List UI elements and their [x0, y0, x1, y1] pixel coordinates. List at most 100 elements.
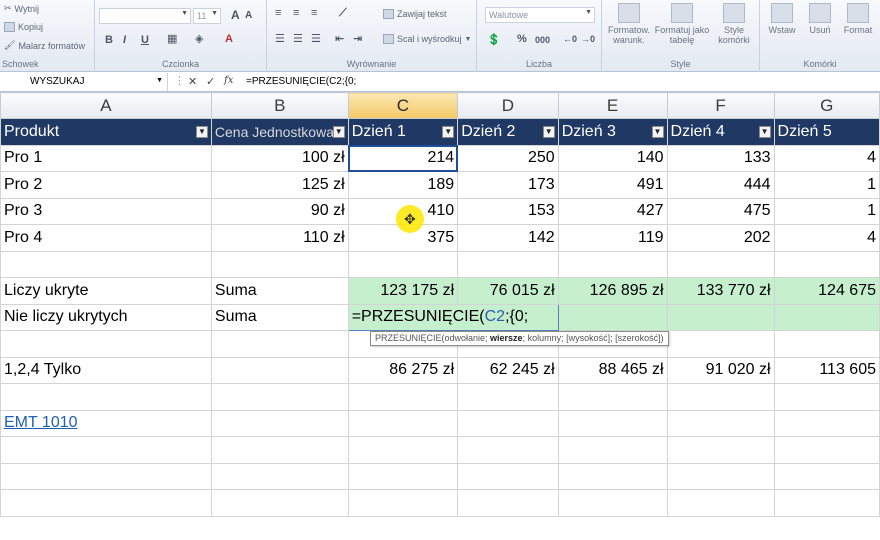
empty-cell[interactable]: [773, 330, 880, 358]
value-cell[interactable]: 142: [457, 224, 559, 252]
function-name-cell[interactable]: Suma: [210, 303, 349, 331]
sum-cell[interactable]: 76 015 zł: [457, 277, 559, 305]
grow-font-button[interactable]: A: [231, 8, 240, 22]
align-left-icon[interactable]: ☰: [275, 32, 285, 45]
empty-cell[interactable]: [557, 409, 668, 437]
empty-cell[interactable]: [666, 330, 775, 358]
thousands-button[interactable]: 000: [535, 35, 550, 45]
product-name-cell[interactable]: Pro 1: [0, 144, 212, 172]
product-name-cell[interactable]: Pro 4: [0, 224, 212, 252]
format-as-table-button[interactable]: Formatuj jako tabelę: [654, 3, 710, 45]
empty-cell[interactable]: [557, 489, 668, 517]
sum-cell[interactable]: 124 675: [773, 277, 880, 305]
row-label[interactable]: Liczy ukryte: [0, 277, 212, 305]
empty-cell[interactable]: [666, 489, 775, 517]
empty-cell[interactable]: [773, 436, 880, 464]
hyperlink-cell[interactable]: EMT 1010: [0, 409, 212, 437]
empty-cell[interactable]: [773, 409, 880, 437]
empty-cell[interactable]: [0, 489, 212, 517]
value-cell[interactable]: 444: [666, 171, 775, 199]
insert-button[interactable]: Wstaw: [762, 3, 802, 35]
empty-cell[interactable]: [773, 303, 880, 331]
value-cell[interactable]: 140: [557, 144, 668, 172]
enter-icon[interactable]: ✓: [206, 75, 215, 88]
empty-cell[interactable]: [773, 462, 880, 490]
table-header-dzien-3[interactable]: Dzień 3 ▼: [557, 118, 668, 146]
column-header-b[interactable]: B: [210, 92, 349, 119]
sum-cell[interactable]: 91 020 zł: [666, 356, 775, 384]
empty-cell[interactable]: [210, 409, 349, 437]
empty-cell[interactable]: [0, 383, 212, 411]
product-name-cell[interactable]: Pro 3: [0, 197, 212, 225]
empty-cell[interactable]: [773, 383, 880, 411]
fill-color-icon[interactable]: ◈: [195, 32, 203, 45]
table-header-dzien-4[interactable]: Dzień 4 ▼: [666, 118, 775, 146]
filter-dropdown-icon[interactable]: ▼: [195, 126, 208, 138]
column-header-e[interactable]: E: [557, 92, 668, 119]
function-name-cell[interactable]: Suma: [210, 277, 349, 305]
value-cell[interactable]: 1: [773, 197, 880, 225]
empty-cell[interactable]: [210, 436, 349, 464]
sum-cell[interactable]: 86 275 zł: [347, 356, 459, 384]
value-cell[interactable]: 4: [773, 224, 880, 252]
merge-center-button[interactable]: Scal i wyśrodkuj ▼: [383, 34, 471, 44]
hyperlink[interactable]: EMT 1010: [4, 414, 78, 431]
table-header-dzien-5[interactable]: Dzień 5: [773, 118, 880, 146]
align-middle-icon[interactable]: ≡: [293, 7, 299, 19]
column-header-f[interactable]: F: [666, 92, 775, 119]
price-cell[interactable]: 100 zł: [210, 144, 349, 172]
empty-cell[interactable]: [773, 250, 880, 278]
align-right-icon[interactable]: ☰: [311, 32, 321, 45]
conditional-format-button[interactable]: Formatow. warunk.: [604, 3, 654, 45]
empty-cell[interactable]: [666, 250, 775, 278]
table-header-produkt[interactable]: Produkt ▼: [0, 118, 212, 146]
insert-function-button[interactable]: fx: [224, 75, 233, 86]
empty-cell[interactable]: [347, 436, 459, 464]
value-cell-selected[interactable]: 214: [347, 144, 459, 172]
column-header-d[interactable]: D: [457, 92, 559, 119]
empty-cell[interactable]: [347, 489, 459, 517]
font-size-combo[interactable]: 11 ▼: [193, 8, 221, 24]
value-cell[interactable]: 119: [557, 224, 668, 252]
shrink-font-button[interactable]: A: [245, 10, 252, 21]
row-label[interactable]: 1,2,4 Tylko: [0, 356, 212, 384]
empty-cell[interactable]: [347, 462, 459, 490]
column-header-g[interactable]: G: [773, 92, 880, 119]
empty-cell[interactable]: [210, 330, 349, 358]
filter-dropdown-icon[interactable]: ▼: [651, 126, 664, 138]
value-cell[interactable]: 475: [666, 197, 775, 225]
empty-cell[interactable]: [457, 462, 559, 490]
format-button[interactable]: Format: [838, 3, 878, 35]
value-cell[interactable]: 1: [773, 171, 880, 199]
empty-cell[interactable]: [457, 436, 559, 464]
orientation-icon[interactable]: ⟋: [339, 7, 347, 20]
number-format-combo[interactable]: Walutowe ▼: [485, 7, 595, 23]
value-cell[interactable]: 189: [347, 171, 459, 199]
cut-button[interactable]: ✂ Wytnij: [4, 3, 39, 14]
italic-button[interactable]: I: [123, 34, 126, 46]
decrease-indent-icon[interactable]: ⇤: [335, 32, 344, 45]
empty-cell[interactable]: [347, 383, 459, 411]
currency-icon[interactable]: 💲: [487, 33, 501, 46]
table-header-dzien-2[interactable]: Dzień 2 ▼: [457, 118, 559, 146]
formula-edit-cell[interactable]: =PRZESUNIĘCIE(C2;{0;: [347, 303, 559, 331]
cell-styles-button[interactable]: Style komórki: [710, 3, 758, 45]
empty-cell[interactable]: [666, 409, 775, 437]
empty-cell[interactable]: [210, 462, 349, 490]
empty-cell[interactable]: [0, 330, 212, 358]
cancel-icon[interactable]: ✕: [188, 75, 197, 88]
empty-cell[interactable]: [666, 436, 775, 464]
empty-cell[interactable]: [666, 383, 775, 411]
align-top-icon[interactable]: ≡: [275, 7, 281, 19]
increase-decimal-icon[interactable]: ←0: [563, 34, 577, 44]
sum-cell[interactable]: 88 465 zł: [557, 356, 668, 384]
empty-cell[interactable]: [457, 250, 559, 278]
filter-dropdown-icon[interactable]: ▼: [442, 126, 455, 138]
value-cell[interactable]: 427: [557, 197, 668, 225]
percent-button[interactable]: %: [517, 33, 527, 45]
table-header-dzien-1[interactable]: Dzień 1 ▼: [347, 118, 459, 146]
empty-cell[interactable]: [557, 462, 668, 490]
value-cell[interactable]: 491: [557, 171, 668, 199]
row-label[interactable]: Nie liczy ukrytych: [0, 303, 212, 331]
empty-cell[interactable]: [457, 409, 559, 437]
